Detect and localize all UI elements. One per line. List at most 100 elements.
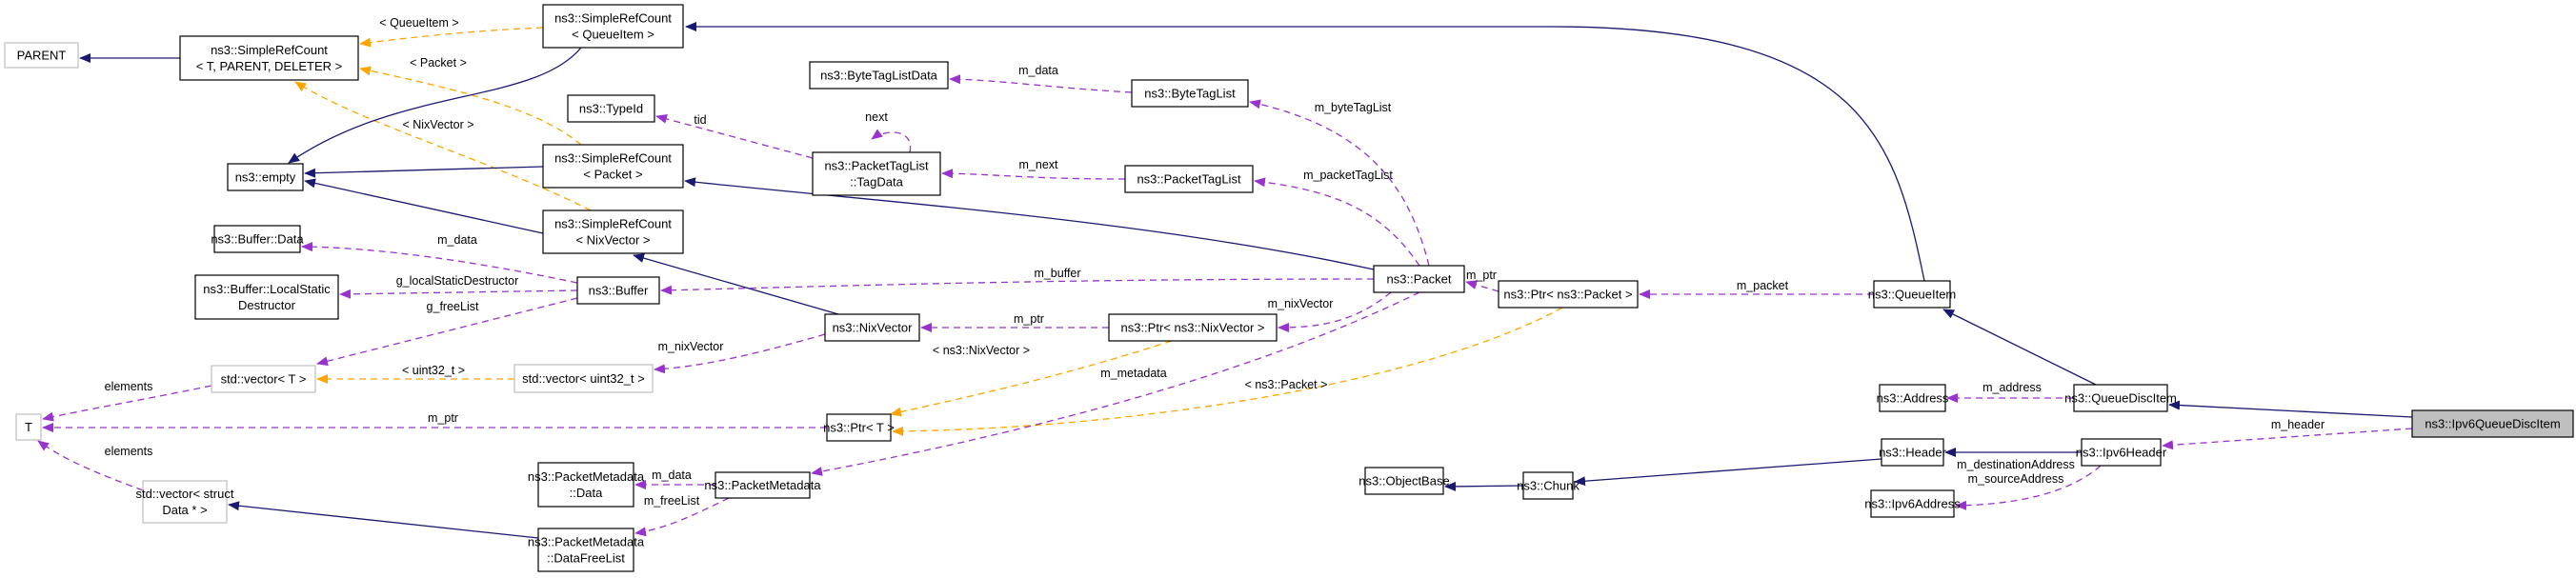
node-label: ns3::PacketMetadata <box>528 469 645 484</box>
class-node-chunk[interactable]: ns3::Chunk <box>1517 471 1580 500</box>
class-node-t[interactable]: T <box>15 413 42 441</box>
node-label: ns3::ObjectBase <box>1358 474 1449 488</box>
node-label: ns3::TypeId <box>579 102 643 116</box>
class-node-pmdfl[interactable]: ns3::PacketMetadata::DataFreeList <box>528 528 645 572</box>
edge-member-packet-to-buffer <box>660 278 1375 295</box>
edge-label: m_ptr <box>428 411 458 425</box>
edge-label: m_packetTagList <box>1303 169 1393 182</box>
class-node-srcnv[interactable]: ns3::SimpleRefCount< NixVector > <box>542 209 684 254</box>
class-node-typeid[interactable]: ns3::TypeId <box>567 94 655 123</box>
edge-label: m_packet <box>1737 279 1789 292</box>
class-node-vecu32[interactable]: std::vector< uint32_t > <box>513 364 654 393</box>
node-label: ns3::SimpleRefCount <box>554 11 672 26</box>
node-label: ns3::SimpleRefCount <box>554 151 672 166</box>
node-label: ::TagData <box>850 175 903 189</box>
edge-label: m_nixVector <box>658 340 724 353</box>
edge-inherit-srcnv-to-empty <box>304 178 544 234</box>
class-node-ptrnv[interactable]: ns3::Ptr< ns3::NixVector > <box>1108 313 1278 342</box>
class-node-address[interactable]: ns3::Address <box>1877 384 1949 412</box>
class-node-parent[interactable]: PARENT <box>4 42 79 69</box>
class-node-pm[interactable]: ns3::PacketMetadata <box>704 471 821 499</box>
class-node-vecdata[interactable]: std::vector< structData * > <box>136 480 234 524</box>
node-label: ns3::Ipv6Header <box>2076 446 2167 460</box>
node-label: ns3::PacketMetadata <box>704 478 821 492</box>
edge-label: tid <box>694 113 706 127</box>
class-node-ptrt[interactable]: ns3::Ptr< T > <box>823 413 895 442</box>
class-node-ptrp[interactable]: ns3::Ptr< ns3::Packet > <box>1498 280 1639 309</box>
class-node-header[interactable]: ns3::Header <box>1879 438 1947 467</box>
node-label: ns3::PacketTagList <box>1137 172 1241 187</box>
class-node-btl[interactable]: ns3::ByteTagList <box>1131 79 1249 108</box>
node-label: ns3::PacketTagList <box>824 159 929 173</box>
edge-inherit-header-to-chunk <box>1574 458 1882 487</box>
edge-label: < QueueItem > <box>379 16 458 30</box>
edge-label: m_address <box>1982 381 2042 394</box>
edge-inherit-pmdfl-to-vecdata <box>228 501 539 539</box>
node-label: ns3::Header <box>1879 446 1946 460</box>
class-node-qdi[interactable]: ns3::QueueDiscItem <box>2064 384 2177 412</box>
edge-label: m_ptr <box>1466 269 1497 282</box>
edge-inherit-packet-to-srcp <box>684 177 1375 270</box>
node-label: ns3::Ptr< ns3::NixVector > <box>1120 321 1264 335</box>
edge-label: m_data <box>1018 64 1058 77</box>
class-node-srcqi[interactable]: ns3::SimpleRefCount< QueueItem > <box>542 4 684 49</box>
class-node-btld[interactable]: ns3::ByteTagListData <box>809 61 949 90</box>
class-node-nixvector[interactable]: ns3::NixVector <box>824 313 920 342</box>
edge-member-btl-to-btld <box>949 74 1133 93</box>
edge-member-ptltd-to-ptltd <box>871 129 912 153</box>
class-node-queueitem[interactable]: ns3::QueueItem <box>1868 280 1957 309</box>
node-label: ns3::Packet <box>1387 272 1452 287</box>
node-label: ::Data <box>570 486 603 500</box>
class-node-objectbase[interactable]: ns3::ObjectBase <box>1358 467 1450 495</box>
node-label: std::vector< T > <box>221 372 307 387</box>
class-node-srcp[interactable]: ns3::SimpleRefCount< Packet > <box>542 144 684 189</box>
edge-label: m_destinationAddress m_sourceAddress <box>1957 458 2075 486</box>
class-node-buflsd[interactable]: ns3::Buffer::LocalStaticDestructor <box>194 274 339 320</box>
class-node-empty[interactable]: ns3::empty <box>227 163 304 191</box>
class-node-ipv6header[interactable]: ns3::Ipv6Header <box>2076 438 2167 467</box>
edge-member-packet-to-btl <box>1249 99 1430 267</box>
node-label: < NixVector > <box>575 233 650 248</box>
edge-label: m_metadata <box>1100 367 1167 380</box>
class-node-ipv6qdi[interactable]: ns3::Ipv6QueueDiscItem <box>2411 409 2574 438</box>
node-label: ns3::QueueDiscItem <box>2064 391 2177 406</box>
node-label: ns3::SimpleRefCount <box>554 217 672 231</box>
node-label: < QueueItem > <box>572 28 654 42</box>
edge-label: m_nixVector <box>1268 297 1334 310</box>
edge-label: elements <box>105 380 153 393</box>
collaboration-diagram: < QueueItem > < Packet > < NixVector > m_da… <box>4 4 2574 572</box>
class-node-pmdata[interactable]: ns3::PacketMetadata::Data <box>528 462 645 508</box>
edge-label: m_data <box>652 468 692 482</box>
edge-label: m_byteTagList <box>1315 101 1392 114</box>
node-label: ns3::Ipv6Address <box>1864 497 1961 511</box>
node-label: std::vector< uint32_t > <box>522 371 645 386</box>
edge-label: < NixVector > <box>402 118 473 131</box>
edge-label: < ns3::Packet > <box>1245 378 1328 391</box>
class-node-vect[interactable]: std::vector< T > <box>211 365 316 393</box>
node-label: Data * > <box>162 503 207 517</box>
edge-member-packet-to-ptl <box>1254 177 1420 267</box>
class-node-ipv6address[interactable]: ns3::Ipv6Address <box>1864 489 1961 518</box>
node-label: T <box>25 420 32 434</box>
class-node-packet[interactable]: ns3::Packet <box>1373 265 1465 293</box>
class-node-bufdata[interactable]: ns3::Buffer::Data <box>211 225 304 253</box>
node-label: ns3::ByteTagList <box>1144 87 1236 101</box>
node-label: ns3::Buffer <box>589 284 649 298</box>
edge-template-srcp-to-srct <box>359 66 582 146</box>
class-node-buffer[interactable]: ns3::Buffer <box>576 276 660 305</box>
node-label: PARENT <box>17 49 67 63</box>
node-label: ns3::Ptr< ns3::Packet > <box>1503 288 1632 302</box>
edge-label: elements <box>105 445 153 458</box>
node-label: Destructor <box>238 298 296 312</box>
nodes-layer: PARENT ns3::SimpleRefCount< T, PARENT, DE… <box>4 4 2574 572</box>
class-node-ptl[interactable]: ns3::PacketTagList <box>1124 165 1254 193</box>
node-label: < T, PARENT, DELETER > <box>196 59 342 73</box>
node-label: ns3::ByteTagListData <box>820 69 938 83</box>
node-label: < Packet > <box>583 168 642 182</box>
node-label: ns3::NixVector <box>833 321 913 335</box>
class-node-srct[interactable]: ns3::SimpleRefCount< T, PARENT, DELETER … <box>179 35 359 81</box>
class-node-ptltd[interactable]: ns3::PacketTagList::TagData <box>812 151 941 196</box>
node-label: ns3::Address <box>1877 391 1949 406</box>
edge-label: next <box>865 110 888 124</box>
edge-inherit-nixvector-to-srcnv <box>633 253 839 315</box>
